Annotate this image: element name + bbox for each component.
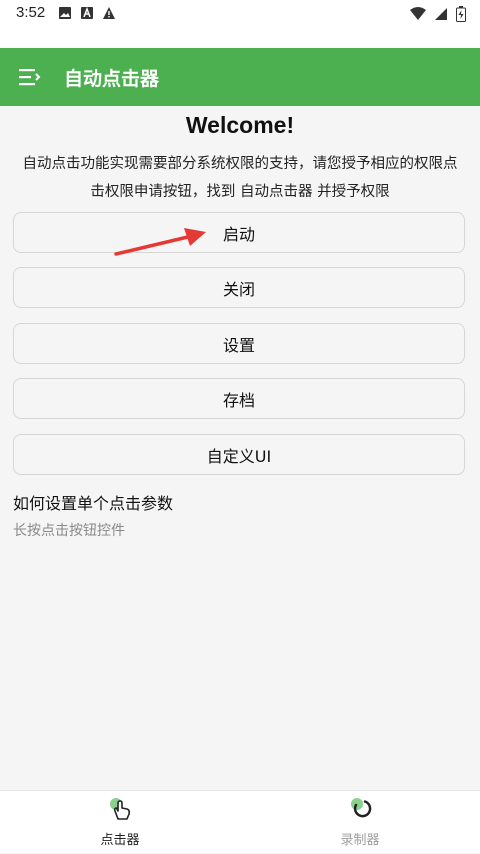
status-bar: 3:52 [0, 0, 480, 48]
app-bar: 自动点击器 [0, 48, 480, 106]
nav-label-clicker: 点击器 [100, 833, 140, 848]
start-button[interactable]: 启动 [13, 212, 465, 253]
wifi-icon [410, 7, 426, 20]
status-right-icons [410, 6, 466, 22]
welcome-heading: Welcome! [185, 112, 295, 138]
nav-label-recorder: 录制器 [340, 833, 380, 848]
status-left-icons [58, 6, 116, 20]
settings-button[interactable]: 设置 [13, 323, 465, 364]
app-title: 自动点击器 [64, 68, 160, 90]
nav-item-recorder[interactable]: 录制器 [240, 791, 480, 854]
signal-icon [435, 8, 447, 20]
help-text: 长按点击按钮控件 [13, 523, 125, 539]
font-icon [81, 6, 93, 19]
battery-icon [456, 6, 466, 22]
image-icon [59, 7, 71, 19]
permission-description: 自动点击功能实现需要部分系统权限的支持，请您授予相应的权限点击权限申请按钮，找到… [22, 156, 458, 200]
bottom-nav: 点击器 录制器 [0, 790, 480, 853]
help-title: 如何设置单个点击参数 [13, 494, 174, 513]
nav-item-clicker[interactable]: 点击器 [0, 791, 240, 854]
custom-ui-button[interactable]: 自定义UI [13, 434, 465, 475]
menu-icon[interactable] [18, 66, 42, 88]
arrow-annotation-icon [114, 228, 206, 256]
record-icon [351, 798, 372, 818]
archive-button[interactable]: 存档 [13, 378, 465, 419]
close-button[interactable]: 关闭 [13, 267, 465, 308]
status-time: 3:52 [16, 4, 46, 21]
tap-icon [110, 798, 131, 820]
warning-icon [103, 7, 115, 19]
